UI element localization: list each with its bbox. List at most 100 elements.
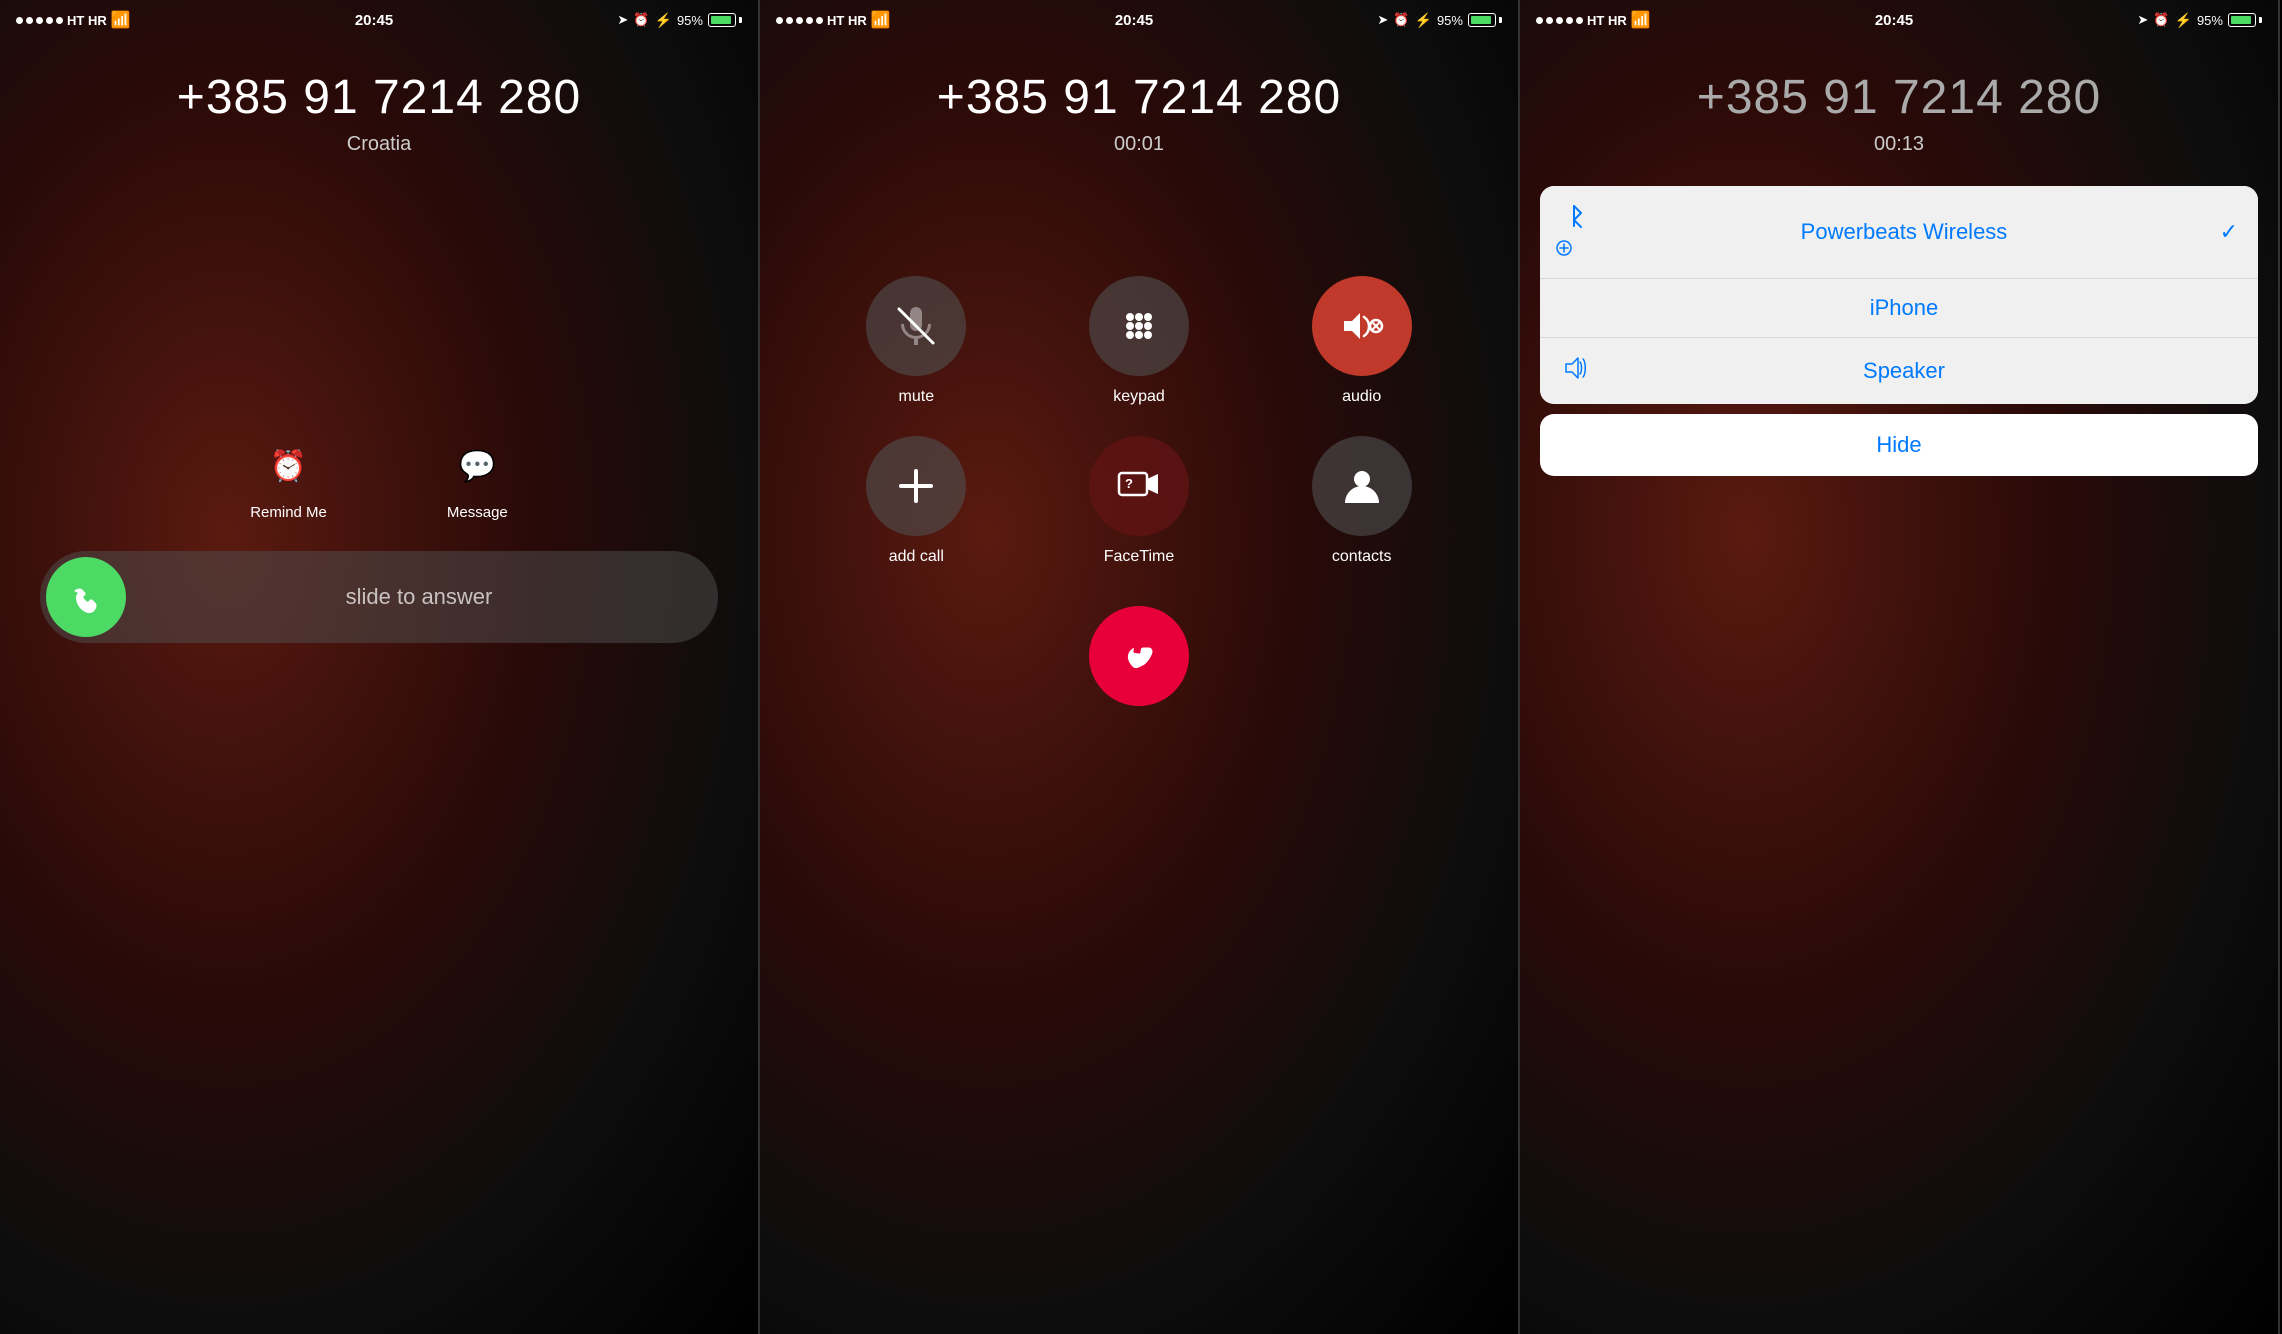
battery-icon-3 (2228, 13, 2262, 27)
facetime-label: FaceTime (1104, 548, 1175, 566)
battery-pct-3: 95% (2197, 13, 2223, 28)
facetime-button[interactable]: ? FaceTime (1043, 436, 1236, 566)
alarm-icon-2: ⏰ (1393, 12, 1409, 28)
background-1 (0, 0, 758, 1334)
call-info-3: +385 91 7214 280 00:13 (1520, 40, 2278, 156)
mute-icon (891, 301, 941, 351)
status-left-2: HT HR 📶 (776, 10, 891, 30)
status-left-1: HT HR 📶 (16, 10, 131, 30)
time-3: 20:45 (1875, 12, 1913, 29)
audio-icon (1334, 299, 1389, 354)
status-left-3: HT HR 📶 (1536, 10, 1651, 30)
incoming-actions: ⏰ Remind Me 💬 Message (0, 436, 758, 521)
audio-option-speaker[interactable]: Speaker (1540, 338, 2258, 404)
audio-label: audio (1342, 388, 1381, 406)
call-controls-row1: mute keypad (760, 276, 1518, 406)
status-right-1: ➤ ⏰ ⚡ 95% (617, 12, 742, 29)
status-bar-2: HT HR 📶 20:45 ➤ ⏰ ⚡ 95% (760, 0, 1518, 40)
call-timer-3: 00:13 (1520, 133, 2278, 156)
contacts-label: contacts (1332, 548, 1392, 566)
add-call-circle (866, 436, 966, 536)
battery-icon-2 (1468, 13, 1502, 27)
iphone-label: iPhone (1600, 295, 2208, 321)
remind-me-icon: ⏰ (259, 436, 319, 496)
slide-to-answer[interactable]: slide to answer (40, 551, 718, 643)
phone-number-1: +385 91 7214 280 (0, 70, 758, 125)
call-country-1: Croatia (0, 133, 758, 156)
call-info-1: +385 91 7214 280 Croatia (0, 40, 758, 156)
status-bar-3: HT HR 📶 20:45 ➤ ⏰ ⚡ 95% (1520, 0, 2278, 40)
message-label: Message (447, 504, 508, 521)
mute-button[interactable]: mute (820, 276, 1013, 406)
wifi-icon-2: 📶 (871, 10, 891, 30)
contacts-button[interactable]: contacts (1265, 436, 1458, 566)
audio-menu: Powerbeats Wireless ✓ iPhone Speaker (1540, 186, 2258, 404)
audio-speaker-icon (1560, 354, 1600, 388)
slide-text: slide to answer (126, 584, 712, 610)
call-info-2: +385 91 7214 280 00:01 (760, 40, 1518, 156)
mute-circle (866, 276, 966, 376)
panel-in-call: HT HR 📶 20:45 ➤ ⏰ ⚡ 95% +385 91 7214 280… (760, 0, 1520, 1334)
message-button[interactable]: 💬 Message (447, 436, 508, 521)
svg-text:?: ? (1125, 476, 1133, 491)
hide-label: Hide (1558, 432, 2240, 458)
facetime-icon: ? (1111, 459, 1166, 514)
keypad-button[interactable]: keypad (1043, 276, 1236, 406)
keypad-circle (1089, 276, 1189, 376)
audio-circle (1312, 276, 1412, 376)
mute-label: mute (899, 388, 935, 406)
checkmark-icon: ✓ (2208, 219, 2238, 245)
remind-me-button[interactable]: ⏰ Remind Me (250, 436, 327, 521)
panel-audio-select: HT HR 📶 20:45 ➤ ⏰ ⚡ 95% +385 91 7214 280… (1520, 0, 2280, 1334)
wifi-icon-1: 📶 (111, 10, 131, 30)
time-2: 20:45 (1115, 12, 1153, 29)
audio-option-powerbeats[interactable]: Powerbeats Wireless ✓ (1540, 186, 2258, 279)
location-icon-3: ➤ (2137, 12, 2148, 28)
hide-button[interactable]: Hide (1540, 414, 2258, 476)
remind-me-label: Remind Me (250, 504, 327, 521)
location-icon-1: ➤ (617, 12, 628, 28)
battery-icon-1 (708, 13, 742, 27)
contacts-icon (1337, 461, 1387, 511)
status-right-3: ➤ ⏰ ⚡ 95% (2137, 12, 2262, 29)
call-controls-row2: add call ? FaceTime contacts (760, 436, 1518, 566)
audio-option-iphone[interactable]: iPhone (1540, 279, 2258, 338)
phone-number-3: +385 91 7214 280 (1520, 70, 2278, 125)
answer-button[interactable] (46, 557, 126, 637)
status-right-2: ➤ ⏰ ⚡ 95% (1377, 12, 1502, 29)
keypad-label: keypad (1113, 388, 1165, 406)
keypad-icon (1114, 301, 1164, 351)
bluetooth-icon-1: ⚡ (655, 12, 672, 29)
carrier-3: HT HR (1587, 13, 1627, 28)
battery-pct-2: 95% (1437, 13, 1463, 28)
carrier-1: HT HR (67, 13, 107, 28)
alarm-icon-1: ⏰ (633, 12, 649, 28)
powerbeats-label: Powerbeats Wireless (1600, 219, 2208, 245)
status-bar-1: HT HR 📶 20:45 ➤ ⏰ ⚡ 95% (0, 0, 758, 40)
add-call-icon (891, 461, 941, 511)
wifi-icon-3: 📶 (1631, 10, 1651, 30)
alarm-icon-3: ⏰ (2153, 12, 2169, 28)
signal-1 (16, 17, 63, 24)
time-1: 20:45 (355, 12, 393, 29)
panel-incoming: HT HR 📶 20:45 ➤ ⏰ ⚡ 95% +385 91 7214 280… (0, 0, 760, 1334)
location-icon-2: ➤ (1377, 12, 1388, 28)
call-timer-2: 00:01 (760, 133, 1518, 156)
battery-pct-1: 95% (677, 13, 703, 28)
phone-answer-icon (66, 577, 106, 617)
phone-number-2: +385 91 7214 280 (760, 70, 1518, 125)
end-call-icon (1113, 630, 1165, 682)
facetime-circle: ? (1089, 436, 1189, 536)
audio-bluetooth-icon (1560, 202, 1600, 262)
contacts-circle (1312, 436, 1412, 536)
add-call-button[interactable]: add call (820, 436, 1013, 566)
bluetooth-icon-3: ⚡ (2175, 12, 2192, 29)
signal-3 (1536, 17, 1583, 24)
speaker-label: Speaker (1600, 358, 2208, 384)
signal-2 (776, 17, 823, 24)
bluetooth-icon-2: ⚡ (1415, 12, 1432, 29)
end-call-button[interactable] (1089, 606, 1189, 706)
message-icon: 💬 (447, 436, 507, 496)
add-call-label: add call (889, 548, 944, 566)
audio-button[interactable]: audio (1265, 276, 1458, 406)
